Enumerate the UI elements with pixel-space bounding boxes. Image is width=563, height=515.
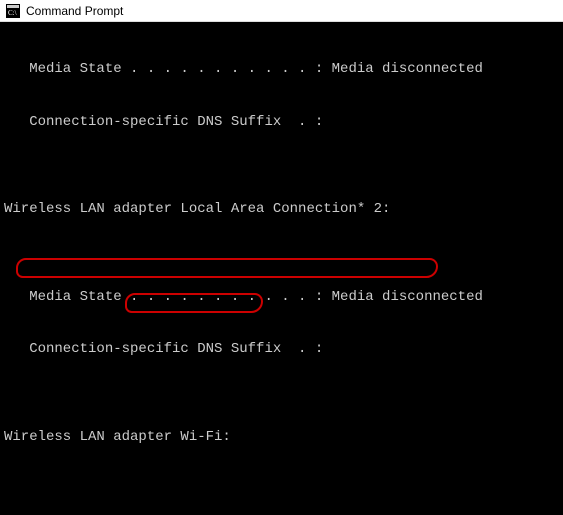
terminal-line: Wireless LAN adapter Local Area Connecti… (4, 201, 559, 219)
terminal-line: Media State . . . . . . . . . . . : Medi… (4, 61, 559, 79)
window-title: Command Prompt (26, 4, 123, 18)
titlebar[interactable]: C:\ Command Prompt (0, 0, 563, 22)
terminal-output[interactable]: Media State . . . . . . . . . . . : Medi… (0, 22, 563, 515)
terminal-line: Wireless LAN adapter Wi-Fi: (4, 429, 559, 447)
terminal-line: Connection-specific DNS Suffix . : (4, 341, 559, 359)
cmd-icon: C:\ (6, 4, 20, 18)
svg-text:C:\: C:\ (8, 9, 17, 17)
terminal-line: Media State . . . . . . . . . . . : Medi… (4, 289, 559, 307)
command-prompt-window: C:\ Command Prompt Media State . . . . .… (0, 0, 563, 515)
annotation-highlight-gateway (16, 258, 438, 278)
terminal-line: Connection-specific DNS Suffix . : (4, 114, 559, 132)
